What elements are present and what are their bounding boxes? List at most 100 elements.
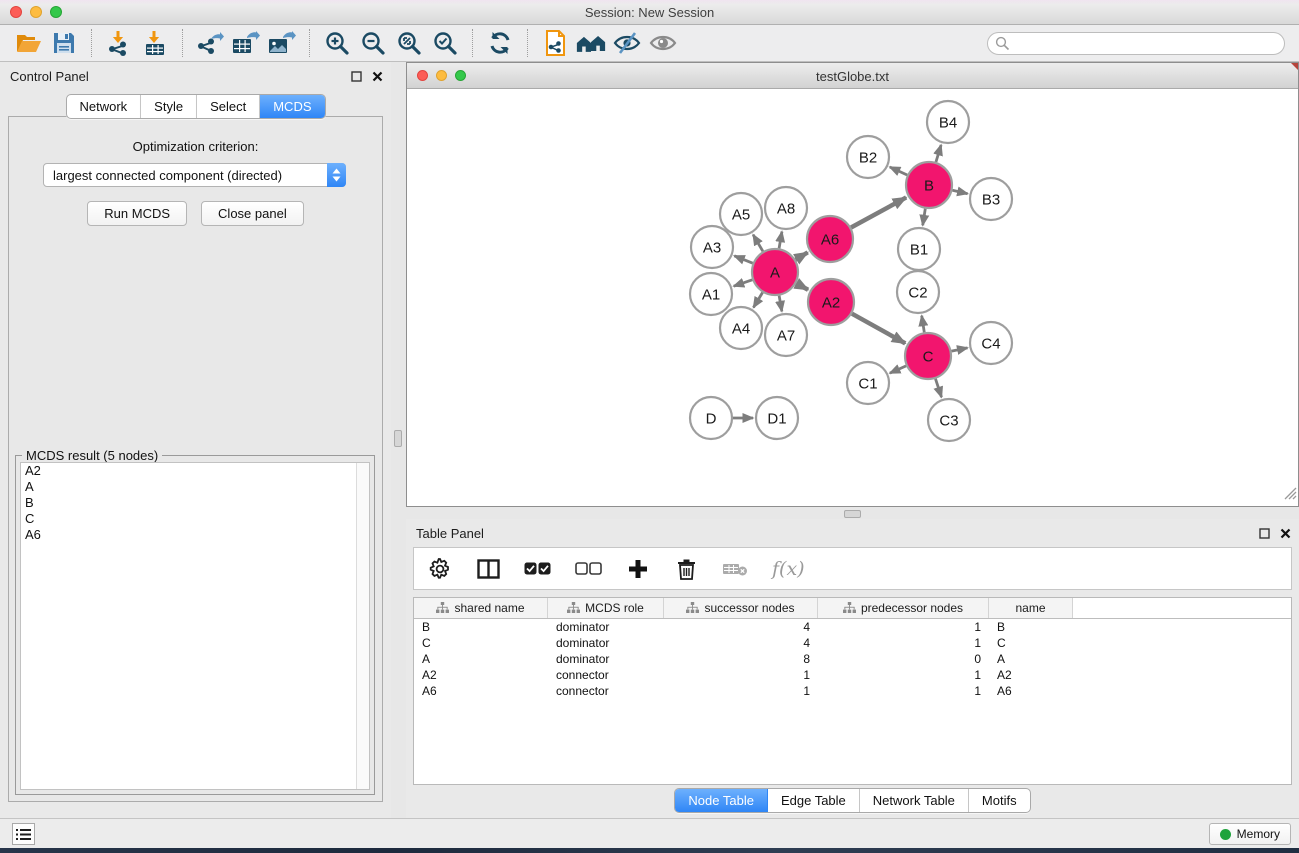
graph-edge-C-C2[interactable] [922,316,925,333]
clone-network-icon[interactable] [540,29,570,57]
export-image-icon[interactable] [267,29,297,57]
settings-gear-icon[interactable] [428,556,452,582]
select-all-checkboxes-icon[interactable] [524,556,551,582]
network-window-titlebar[interactable]: testGlobe.txt [407,63,1298,89]
graph-node-A1[interactable]: A1 [690,273,732,315]
close-panel-icon[interactable] [372,69,383,87]
tab-mcds[interactable]: MCDS [260,95,324,118]
graph-node-B3[interactable]: B3 [970,178,1012,220]
float-panel-icon[interactable] [351,69,362,87]
vertical-split-divider[interactable] [391,62,406,818]
search-input[interactable] [987,32,1285,55]
table-cell[interactable]: connector [548,683,664,699]
tab-node-table[interactable]: Node Table [675,789,768,812]
table-cell[interactable]: 8 [664,651,818,667]
graph-node-B2[interactable]: B2 [847,136,889,178]
table-row[interactable]: Adominator80A [414,651,1291,667]
table-cell[interactable]: C [989,635,1073,651]
tab-select[interactable]: Select [197,95,260,118]
table-cell[interactable]: 1 [818,635,989,651]
table-cell[interactable]: 1 [664,683,818,699]
mcds-result-item[interactable]: A2 [21,463,369,479]
zoom-in-icon[interactable] [322,29,352,57]
table-row[interactable]: Bdominator41B [414,619,1291,635]
table-row[interactable]: A2connector11A2 [414,667,1291,683]
open-session-icon[interactable] [13,29,43,57]
graph-edge-A-A8[interactable] [779,232,782,249]
table-cell[interactable]: 1 [818,683,989,699]
table-cell[interactable]: 0 [818,651,989,667]
graph-edge-C-C1[interactable] [890,366,906,373]
graph-node-B4[interactable]: B4 [927,101,969,143]
divider-handle[interactable] [844,510,861,518]
graph-node-A5[interactable]: A5 [720,193,762,235]
table-cell[interactable]: C [414,635,548,651]
table-cell[interactable]: dominator [548,651,664,667]
tab-network[interactable]: Network [66,95,141,118]
graph-edge-A-A5[interactable] [753,235,763,252]
table-cell[interactable]: 1 [818,667,989,683]
home-neighbors-icon[interactable] [576,29,606,57]
table-cell[interactable]: 1 [664,667,818,683]
graph-edge-A-A3[interactable] [734,256,752,263]
tab-network-table[interactable]: Network Table [860,789,969,812]
mcds-result-item[interactable]: C [21,511,369,527]
criterion-select[interactable]: largest connected component (directed) [43,163,346,187]
graph-edge-A-A2[interactable] [796,283,808,289]
table-cell[interactable]: dominator [548,635,664,651]
graph-node-A2[interactable]: A2 [808,279,854,325]
graph-node-B1[interactable]: B1 [898,228,940,270]
export-table-icon[interactable] [231,29,261,57]
hide-selected-eye-icon[interactable] [612,29,642,57]
import-network-icon[interactable] [104,29,134,57]
show-all-eye-icon[interactable] [648,29,678,57]
export-network-icon[interactable] [195,29,225,57]
graph-edge-A-A4[interactable] [753,293,762,308]
graph-node-C2[interactable]: C2 [897,271,939,313]
delete-column-trash-icon[interactable] [674,556,698,582]
graph-node-D[interactable]: D [690,397,732,439]
zoom-out-icon[interactable] [358,29,388,57]
tab-style[interactable]: Style [141,95,197,118]
graph-edge-B-B4[interactable] [936,145,941,162]
graph-edge-A-A1[interactable] [734,280,753,286]
resize-grip-icon[interactable] [1284,487,1297,505]
graph-edge-A-A6[interactable] [796,252,808,259]
memory-button[interactable]: Memory [1209,823,1291,845]
graph-edge-A2-C[interactable] [852,314,905,344]
graph-edge-C-C4[interactable] [952,348,968,351]
graph-node-A6[interactable]: A6 [807,216,853,262]
graph-node-A3[interactable]: A3 [691,226,733,268]
column-header-predecessor-nodes[interactable]: predecessor nodes [818,598,989,618]
graph-node-C[interactable]: C [905,333,951,379]
column-layout-icon[interactable] [476,556,500,582]
table-cell[interactable]: A6 [989,683,1073,699]
graph-node-D1[interactable]: D1 [756,397,798,439]
graph-edge-B-B2[interactable] [890,167,907,175]
add-column-icon[interactable] [626,556,650,582]
import-table-icon[interactable] [140,29,170,57]
divider-handle[interactable] [394,430,402,447]
graph-edge-A6-B[interactable] [851,197,906,227]
graph-node-A4[interactable]: A4 [720,307,762,349]
task-history-button[interactable] [12,823,35,845]
graph-node-C1[interactable]: C1 [847,362,889,404]
graph-node-C3[interactable]: C3 [928,399,970,441]
column-header-successor-nodes[interactable]: successor nodes [664,598,818,618]
table-cell[interactable]: A6 [414,683,548,699]
column-header-shared-name[interactable]: shared name [414,598,548,618]
table-cell[interactable]: A2 [414,667,548,683]
float-panel-icon[interactable] [1259,526,1270,544]
graph-edge-B-B3[interactable] [952,190,967,193]
column-header-name[interactable]: name [989,598,1073,618]
mcds-result-item[interactable]: B [21,495,369,511]
table-cell[interactable]: 4 [664,619,818,635]
column-header-MCDS-role[interactable]: MCDS role [548,598,664,618]
graph-node-B[interactable]: B [906,162,952,208]
network-canvas[interactable]: AA1A2A3A4A5A6A7A8BB1B2B3B4CC1C2C3C4DD1 [407,89,1298,506]
table-cell[interactable]: A [989,651,1073,667]
table-cell[interactable]: B [414,619,548,635]
table-cell[interactable]: connector [548,667,664,683]
mcds-result-item[interactable]: A [21,479,369,495]
zoom-selected-icon[interactable] [430,29,460,57]
